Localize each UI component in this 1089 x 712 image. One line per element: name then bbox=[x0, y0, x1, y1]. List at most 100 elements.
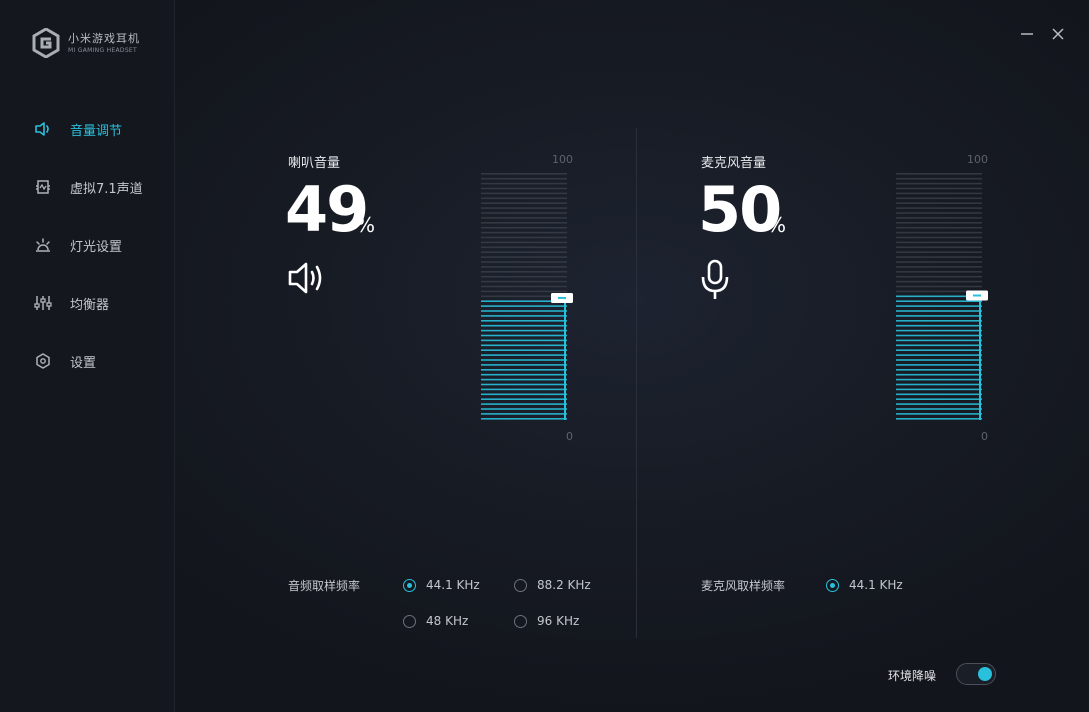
mic-meter-segment bbox=[896, 310, 982, 312]
gaming-logo-icon bbox=[32, 28, 60, 58]
speaker-meter-segment bbox=[481, 290, 567, 293]
mic-meter-segment bbox=[896, 275, 982, 278]
sidebar-item-label: 设置 bbox=[70, 355, 97, 371]
sidebar-item-light[interactable]: 灯光设置 bbox=[0, 216, 174, 274]
speaker-scale-min: 0 bbox=[566, 430, 573, 443]
sidebar-item-label: 虚拟7.1声道 bbox=[70, 181, 143, 197]
speaker-rate-96[interactable]: 96 KHz bbox=[514, 614, 579, 628]
mic-meter-segment bbox=[896, 349, 982, 351]
light-icon bbox=[34, 236, 52, 254]
speaker-meter-segment bbox=[481, 354, 567, 356]
mic-meter-segment bbox=[896, 226, 982, 229]
speaker-meter-segment bbox=[481, 207, 567, 209]
speaker-rate-44-1[interactable]: 44.1 KHz bbox=[403, 578, 480, 592]
speaker-meter-segment bbox=[481, 359, 567, 361]
speaker-meter-segment bbox=[481, 403, 567, 405]
speaker-meter-segment bbox=[481, 373, 567, 376]
mic-meter-segment bbox=[896, 398, 982, 400]
equalizer-icon bbox=[34, 294, 52, 312]
mic-meter-segment bbox=[896, 413, 982, 415]
panel-divider bbox=[636, 128, 637, 638]
minimize-button[interactable] bbox=[1017, 24, 1037, 44]
mic-meter-segment bbox=[896, 222, 982, 224]
mic-meter-segment bbox=[896, 329, 982, 332]
mic-meter-segment bbox=[896, 383, 982, 386]
sidebar-item-label: 灯光设置 bbox=[70, 239, 123, 255]
speaker-meter-track bbox=[564, 297, 566, 420]
speaker-volume-unit: % bbox=[356, 213, 376, 237]
mic-meter-segment bbox=[896, 266, 982, 268]
speaker-meter-segment bbox=[481, 329, 567, 332]
speaker-meter-segment bbox=[481, 413, 567, 415]
speaker-meter-segment bbox=[481, 177, 567, 180]
speaker-meter-segment bbox=[481, 305, 567, 307]
surround-icon bbox=[34, 178, 52, 196]
speaker-meter-segment bbox=[481, 236, 567, 239]
radio-label: 44.1 KHz bbox=[426, 578, 480, 592]
speaker-meter-segment bbox=[481, 334, 567, 337]
mic-volume-slider[interactable] bbox=[896, 168, 996, 424]
speaker-meter-segment bbox=[481, 418, 567, 420]
mic-meter-segment bbox=[896, 231, 982, 234]
app-logo: 小米游戏耳机 MI GAMING HEADSET bbox=[32, 28, 140, 58]
sidebar-nav: 音量调节 虚拟7.1声道 灯光设置 均衡器 设置 bbox=[0, 100, 174, 390]
noise-reduction-toggle[interactable] bbox=[956, 663, 996, 685]
speaker-volume-value: 49 bbox=[285, 173, 369, 246]
speaker-meter-segment bbox=[481, 398, 567, 400]
mic-meter-segment bbox=[896, 192, 982, 195]
sidebar-item-volume[interactable]: 音量调节 bbox=[0, 100, 174, 158]
sidebar-item-surround[interactable]: 虚拟7.1声道 bbox=[0, 158, 174, 216]
radio-label: 48 KHz bbox=[426, 614, 469, 628]
speaker-volume-slider[interactable] bbox=[481, 168, 581, 424]
mic-meter-segment bbox=[896, 320, 982, 322]
mic-meter-segment bbox=[896, 388, 982, 391]
mic-meter-segment bbox=[896, 236, 982, 239]
speaker-meter-segment bbox=[481, 320, 567, 322]
sidebar-item-equalizer[interactable]: 均衡器 bbox=[0, 274, 174, 332]
speaker-volume-icon bbox=[287, 258, 327, 302]
mic-meter-segment bbox=[896, 173, 982, 175]
close-icon bbox=[1052, 28, 1064, 40]
speaker-meter-segment bbox=[481, 182, 567, 185]
mic-scale-min: 0 bbox=[981, 430, 988, 443]
mic-meter-segment bbox=[896, 369, 982, 371]
speaker-meter-segment bbox=[481, 369, 567, 371]
mic-meter-segment bbox=[896, 378, 982, 381]
speaker-meter-segment bbox=[481, 324, 567, 327]
mic-sample-rate-label: 麦克风取样频率 bbox=[701, 579, 786, 593]
speaker-rate-88-2[interactable]: 88.2 KHz bbox=[514, 578, 591, 592]
speaker-meter-segment bbox=[481, 251, 567, 253]
speaker-rate-48[interactable]: 48 KHz bbox=[403, 614, 468, 628]
mic-meter-segment bbox=[896, 339, 982, 342]
speaker-meter-segment bbox=[481, 266, 567, 268]
sidebar-item-settings[interactable]: 设置 bbox=[0, 332, 174, 390]
speaker-meter-segment bbox=[481, 197, 567, 200]
close-button[interactable] bbox=[1048, 24, 1068, 44]
mic-meter-segment bbox=[896, 285, 982, 288]
mic-meter-segment bbox=[896, 212, 982, 214]
speaker-meter-segment bbox=[481, 202, 567, 204]
mic-meter-segment bbox=[896, 241, 982, 244]
radio-indicator bbox=[403, 578, 416, 592]
sidebar-item-label: 均衡器 bbox=[70, 297, 110, 313]
mic-meter-segment bbox=[896, 256, 982, 258]
mic-meter-segment bbox=[896, 334, 982, 337]
mic-meter-track bbox=[979, 295, 981, 420]
speaker-meter-segment bbox=[481, 261, 567, 263]
speaker-meter-segment bbox=[481, 280, 567, 283]
speaker-volume-label: 喇叭音量 bbox=[288, 156, 341, 171]
mic-meter-segment bbox=[896, 418, 982, 420]
speaker-meter-segment bbox=[481, 226, 567, 229]
speaker-meter-segment bbox=[481, 217, 567, 219]
mic-meter-segment bbox=[896, 207, 982, 209]
hexagon-settings-icon bbox=[34, 352, 52, 370]
mic-meter-segment bbox=[896, 202, 982, 204]
mic-rate-44-1[interactable]: 44.1 KHz bbox=[826, 578, 903, 592]
speaker-meter-segment bbox=[481, 212, 567, 214]
mic-meter-segment bbox=[896, 280, 982, 283]
speaker-meter-segment bbox=[481, 388, 567, 391]
speaker-meter-segment bbox=[481, 241, 567, 244]
mic-meter-segment bbox=[896, 403, 982, 405]
mic-scale-max: 100 bbox=[967, 153, 988, 166]
mic-volume-label: 麦克风音量 bbox=[701, 156, 767, 171]
